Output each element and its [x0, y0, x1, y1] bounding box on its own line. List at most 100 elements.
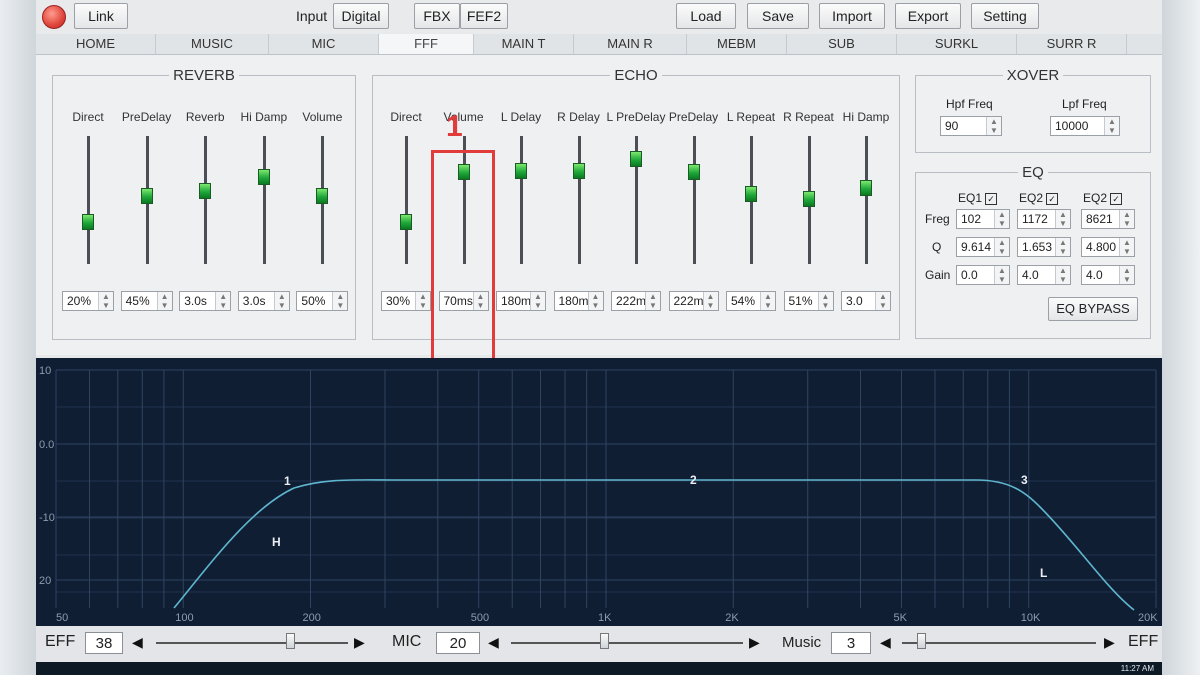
echo-4-slider-thumb[interactable]	[630, 151, 642, 168]
spin-arrows-icon[interactable]: ▲ ▼	[875, 292, 890, 310]
spin-arrows-icon[interactable]: ▲ ▼	[817, 292, 833, 310]
eq-band-2-q-spinbox[interactable]: 4.800 ▲ ▼	[1081, 237, 1135, 257]
music-right-arrow-icon[interactable]: ▶	[1104, 634, 1115, 651]
input-select[interactable]: Digital	[333, 3, 389, 29]
echo-5-value-spinbox[interactable]: 222ms ▲ ▼	[668, 291, 719, 311]
lpf-marker-label[interactable]: L	[1040, 566, 1047, 580]
reverb-3-value-spinbox[interactable]: 3.0s ▲ ▼	[237, 291, 290, 311]
echo-5-slider-track[interactable]	[692, 136, 696, 264]
echo-0-slider-track[interactable]	[405, 136, 408, 264]
lpf-freq-spinbox[interactable]: 10000 ▲ ▼	[1050, 116, 1120, 136]
reverb-2-slider-track[interactable]	[204, 136, 208, 264]
spin-arrows-icon[interactable]: ▲ ▼	[760, 292, 775, 310]
eff-left-arrow-icon[interactable]: ◀	[132, 634, 143, 651]
eff-right-arrow-icon[interactable]: ▶	[354, 634, 365, 651]
eq-bypass-button[interactable]: EQ BYPASS	[1048, 297, 1138, 321]
tab-mebm[interactable]: MEBM	[687, 34, 787, 54]
eq-band-2-checkbox[interactable]: ✓	[1110, 192, 1123, 205]
eff-value-box[interactable]: 38	[85, 632, 123, 654]
spin-arrows-icon[interactable]: ▲ ▼	[994, 210, 1009, 228]
spin-arrows-icon[interactable]: ▲ ▼	[530, 292, 545, 310]
setting-button[interactable]: Setting	[971, 3, 1039, 29]
spin-arrows-icon[interactable]: ▲ ▼	[1055, 210, 1070, 228]
echo-3-value-spinbox[interactable]: 180ms ▲ ▼	[553, 291, 604, 311]
reverb-0-slider-thumb[interactable]	[82, 213, 94, 230]
eff-slider-thumb[interactable]	[286, 633, 296, 649]
eq-band-0-freq-spinbox[interactable]: 102 ▲ ▼	[956, 209, 1010, 229]
tab-home[interactable]: HOME	[36, 34, 156, 54]
reverb-3-slider-track[interactable]	[262, 136, 266, 264]
reverb-4-value-spinbox[interactable]: 50% ▲ ▼	[296, 291, 349, 311]
spin-arrows-icon[interactable]: ▲ ▼	[994, 266, 1009, 284]
fbx-button[interactable]: FBX	[414, 3, 460, 29]
music-slider-track[interactable]	[902, 642, 1096, 644]
echo-2-slider-thumb[interactable]	[515, 162, 527, 179]
spin-arrows-icon[interactable]: ▲ ▼	[1119, 210, 1134, 228]
echo-8-slider-thumb[interactable]	[860, 180, 872, 197]
load-button[interactable]: Load	[676, 3, 736, 29]
spin-arrows-icon[interactable]: ▲ ▼	[98, 292, 113, 310]
eq-band-1-gain-spinbox[interactable]: 4.0 ▲ ▼	[1017, 265, 1071, 285]
spin-arrows-icon[interactable]: ▲ ▼	[1104, 117, 1119, 135]
music-value-box[interactable]: 3	[831, 632, 871, 654]
music-slider-thumb[interactable]	[917, 633, 927, 649]
echo-0-slider-thumb[interactable]	[400, 213, 412, 230]
spin-arrows-icon[interactable]: ▲ ▼	[1119, 238, 1134, 256]
spin-arrows-icon[interactable]: ▲ ▼	[1119, 266, 1134, 284]
mic-slider-thumb[interactable]	[599, 633, 609, 649]
reverb-2-value-spinbox[interactable]: 3.0s ▲ ▼	[179, 291, 232, 311]
eq-band-2-gain-spinbox[interactable]: 4.0 ▲ ▼	[1081, 265, 1135, 285]
reverb-1-slider-thumb[interactable]	[140, 188, 153, 205]
hpf-marker-label[interactable]: H	[272, 535, 281, 549]
tab-surkl[interactable]: SURKL	[897, 34, 1017, 54]
echo-6-value-spinbox[interactable]: 54% ▲ ▼	[726, 291, 776, 311]
link-button[interactable]: Link	[74, 3, 128, 29]
save-button[interactable]: Save	[747, 3, 809, 29]
spin-arrows-icon[interactable]: ▲ ▼	[587, 292, 603, 310]
mic-value-box[interactable]: 20	[436, 632, 480, 654]
frequency-response-graph[interactable]: 10 0.0 -10 20 50 100 200 500 1K 2K 5K 10K 20K 1 2 3…	[36, 358, 1162, 626]
reverb-2-slider-thumb[interactable]	[199, 183, 212, 200]
spin-arrows-icon[interactable]: ▲ ▼	[332, 292, 348, 310]
tab-fff[interactable]: FFF	[379, 34, 474, 54]
echo-4-value-spinbox[interactable]: 222ms ▲ ▼	[611, 291, 661, 311]
tab-main-r[interactable]: MAIN R	[574, 34, 687, 54]
tab-mic[interactable]: MIC	[269, 34, 379, 54]
tab-main-t[interactable]: MAIN T	[474, 34, 574, 54]
eq-band-0-gain-spinbox[interactable]: 0.0 ▲ ▼	[956, 265, 1010, 285]
eq-band-0-checkbox[interactable]: ✓	[985, 192, 998, 205]
eq-band-1-checkbox[interactable]: ✓	[1046, 192, 1059, 205]
echo-8-slider-track[interactable]	[865, 136, 868, 264]
spin-arrows-icon[interactable]: ▲ ▼	[986, 117, 1001, 135]
export-button[interactable]: Export	[895, 3, 961, 29]
mic-right-arrow-icon[interactable]: ▶	[749, 634, 760, 651]
spin-arrows-icon[interactable]: ▲ ▼	[1055, 266, 1070, 284]
echo-7-slider-thumb[interactable]	[802, 190, 815, 207]
echo-3-slider-track[interactable]	[577, 136, 581, 264]
close-icon[interactable]	[42, 5, 66, 29]
spin-arrows-icon[interactable]: ▲ ▼	[156, 292, 172, 310]
echo-0-value-spinbox[interactable]: 30% ▲ ▼	[381, 291, 431, 311]
eff-slider-track[interactable]	[156, 642, 348, 644]
echo-2-value-spinbox[interactable]: 180ms ▲ ▼	[496, 291, 546, 311]
music-left-arrow-icon[interactable]: ◀	[880, 634, 891, 651]
mic-slider-track[interactable]	[511, 642, 743, 644]
echo-3-slider-thumb[interactable]	[572, 162, 585, 179]
spin-arrows-icon[interactable]: ▲ ▼	[273, 292, 289, 310]
eq-band-1-freq-spinbox[interactable]: 1172 ▲ ▼	[1017, 209, 1071, 229]
eq-band-1-q-spinbox[interactable]: 1.653 ▲ ▼	[1017, 237, 1071, 257]
tab-music[interactable]: MUSIC	[156, 34, 269, 54]
echo-2-slider-track[interactable]	[520, 136, 523, 264]
reverb-0-value-spinbox[interactable]: 20% ▲ ▼	[62, 291, 114, 311]
spin-arrows-icon[interactable]: ▲ ▼	[702, 292, 718, 310]
spin-arrows-icon[interactable]: ▲ ▼	[215, 292, 231, 310]
tab-sub[interactable]: SUB	[787, 34, 897, 54]
echo-6-slider-thumb[interactable]	[745, 185, 757, 202]
eq-band-0-q-spinbox[interactable]: 9.614 ▲ ▼	[956, 237, 1010, 257]
echo-5-slider-thumb[interactable]	[687, 163, 700, 180]
echo-7-value-spinbox[interactable]: 51% ▲ ▼	[783, 291, 834, 311]
spin-arrows-icon[interactable]: ▲ ▼	[645, 292, 660, 310]
eq-point-1-label[interactable]: 1	[284, 474, 291, 488]
spin-arrows-icon[interactable]: ▲ ▼	[1055, 238, 1070, 256]
tab-surr-r[interactable]: SURR R	[1017, 34, 1127, 54]
